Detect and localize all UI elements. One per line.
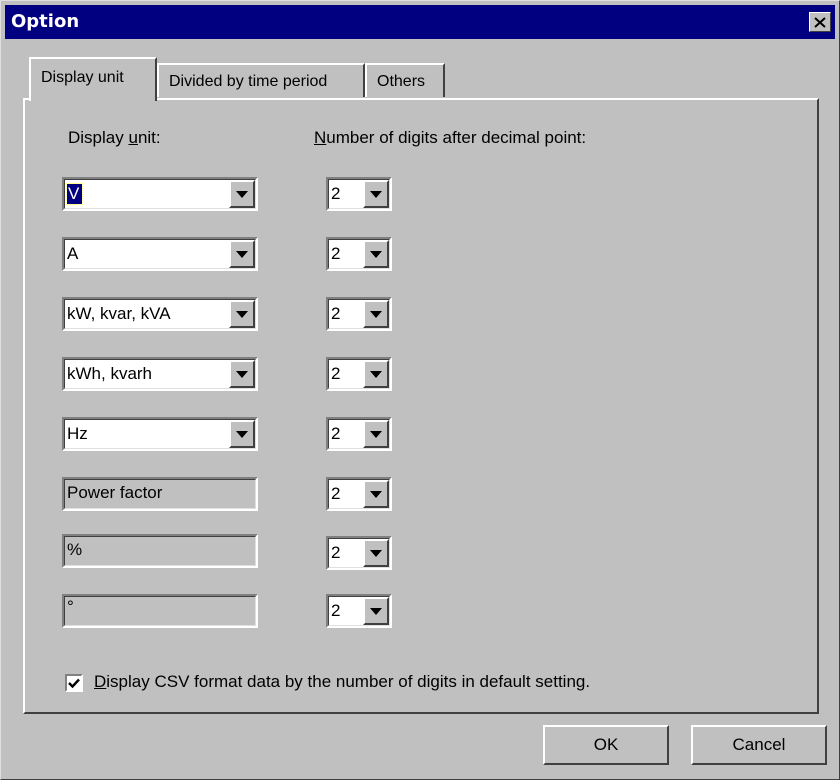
- dropdown-arrow-icon[interactable]: [229, 420, 255, 448]
- tab-divided-by-time-period[interactable]: Divided by time period: [157, 63, 365, 97]
- unit-select-power[interactable]: kW, kvar, kVA: [62, 297, 258, 331]
- digits-select-frequency[interactable]: 2: [326, 417, 392, 451]
- dropdown-arrow-icon[interactable]: [229, 180, 255, 208]
- tab-others[interactable]: Others: [365, 63, 445, 97]
- unit-select-energy[interactable]: kWh, kvarh: [62, 357, 258, 391]
- dropdown-arrow-icon[interactable]: [229, 240, 255, 268]
- digits-select-voltage[interactable]: 2: [326, 177, 392, 211]
- unit-value: kW, kvar, kVA: [67, 304, 171, 323]
- dropdown-arrow-icon[interactable]: [363, 300, 389, 328]
- digits-value: 2: [331, 484, 341, 503]
- unit-value: A: [67, 244, 79, 263]
- digits-select-energy[interactable]: 2: [326, 357, 392, 391]
- dropdown-arrow-icon[interactable]: [363, 597, 389, 625]
- dropdown-arrow-icon[interactable]: [363, 539, 389, 567]
- tab-label: Others: [377, 73, 426, 90]
- cancel-button[interactable]: Cancel: [691, 725, 827, 765]
- unit-field-percent: %: [62, 534, 258, 568]
- ok-button[interactable]: OK: [543, 725, 669, 765]
- dropdown-arrow-icon[interactable]: [363, 480, 389, 508]
- digits-value: 2: [331, 244, 341, 263]
- digits-label: Number of digits after decimal point:: [314, 128, 587, 147]
- csv-default-digits-checkbox[interactable]: [65, 674, 83, 692]
- dropdown-arrow-icon[interactable]: [363, 420, 389, 448]
- unit-value: °: [67, 597, 74, 616]
- option-dialog: Option Display unit Divided by time peri…: [0, 0, 840, 780]
- digits-value: 2: [331, 304, 341, 323]
- digits-value: 2: [331, 424, 341, 443]
- display-unit-label: Display unit:: [68, 128, 161, 147]
- tab-label: Divided by time period: [169, 73, 328, 90]
- digits-select-percent[interactable]: 2: [326, 536, 392, 570]
- unit-value: Hz: [67, 424, 88, 443]
- unit-value: %: [67, 540, 83, 559]
- unit-select-voltage[interactable]: V: [62, 177, 258, 211]
- tab-label: Display unit: [41, 69, 124, 86]
- checkmark-icon: [68, 678, 80, 688]
- title-bar[interactable]: Option: [5, 5, 835, 39]
- dropdown-arrow-icon[interactable]: [229, 360, 255, 388]
- dropdown-arrow-icon[interactable]: [229, 300, 255, 328]
- digits-value: 2: [331, 543, 341, 562]
- digits-value: 2: [331, 364, 341, 383]
- unit-value: V: [65, 183, 84, 205]
- dropdown-arrow-icon[interactable]: [363, 180, 389, 208]
- unit-field-degree: °: [62, 594, 258, 628]
- window-title: Option: [11, 11, 80, 32]
- unit-select-current[interactable]: A: [62, 237, 258, 271]
- unit-field-power-factor: Power factor: [62, 477, 258, 511]
- tab-display-unit[interactable]: Display unit: [29, 57, 157, 101]
- unit-value: kWh, kvarh: [67, 364, 153, 383]
- dropdown-arrow-icon[interactable]: [363, 360, 389, 388]
- digits-select-degree[interactable]: 2: [326, 594, 392, 628]
- digits-select-power-factor[interactable]: 2: [326, 477, 392, 511]
- digits-value: 2: [331, 184, 341, 203]
- unit-select-frequency[interactable]: Hz: [62, 417, 258, 451]
- csv-default-digits-label[interactable]: Display CSV format data by the number of…: [94, 672, 590, 692]
- digits-select-current[interactable]: 2: [326, 237, 392, 271]
- digits-select-power[interactable]: 2: [326, 297, 392, 331]
- close-icon: [814, 16, 826, 28]
- dropdown-arrow-icon[interactable]: [363, 240, 389, 268]
- unit-value: Power factor: [67, 483, 163, 502]
- close-button[interactable]: [809, 12, 831, 32]
- digits-value: 2: [331, 601, 341, 620]
